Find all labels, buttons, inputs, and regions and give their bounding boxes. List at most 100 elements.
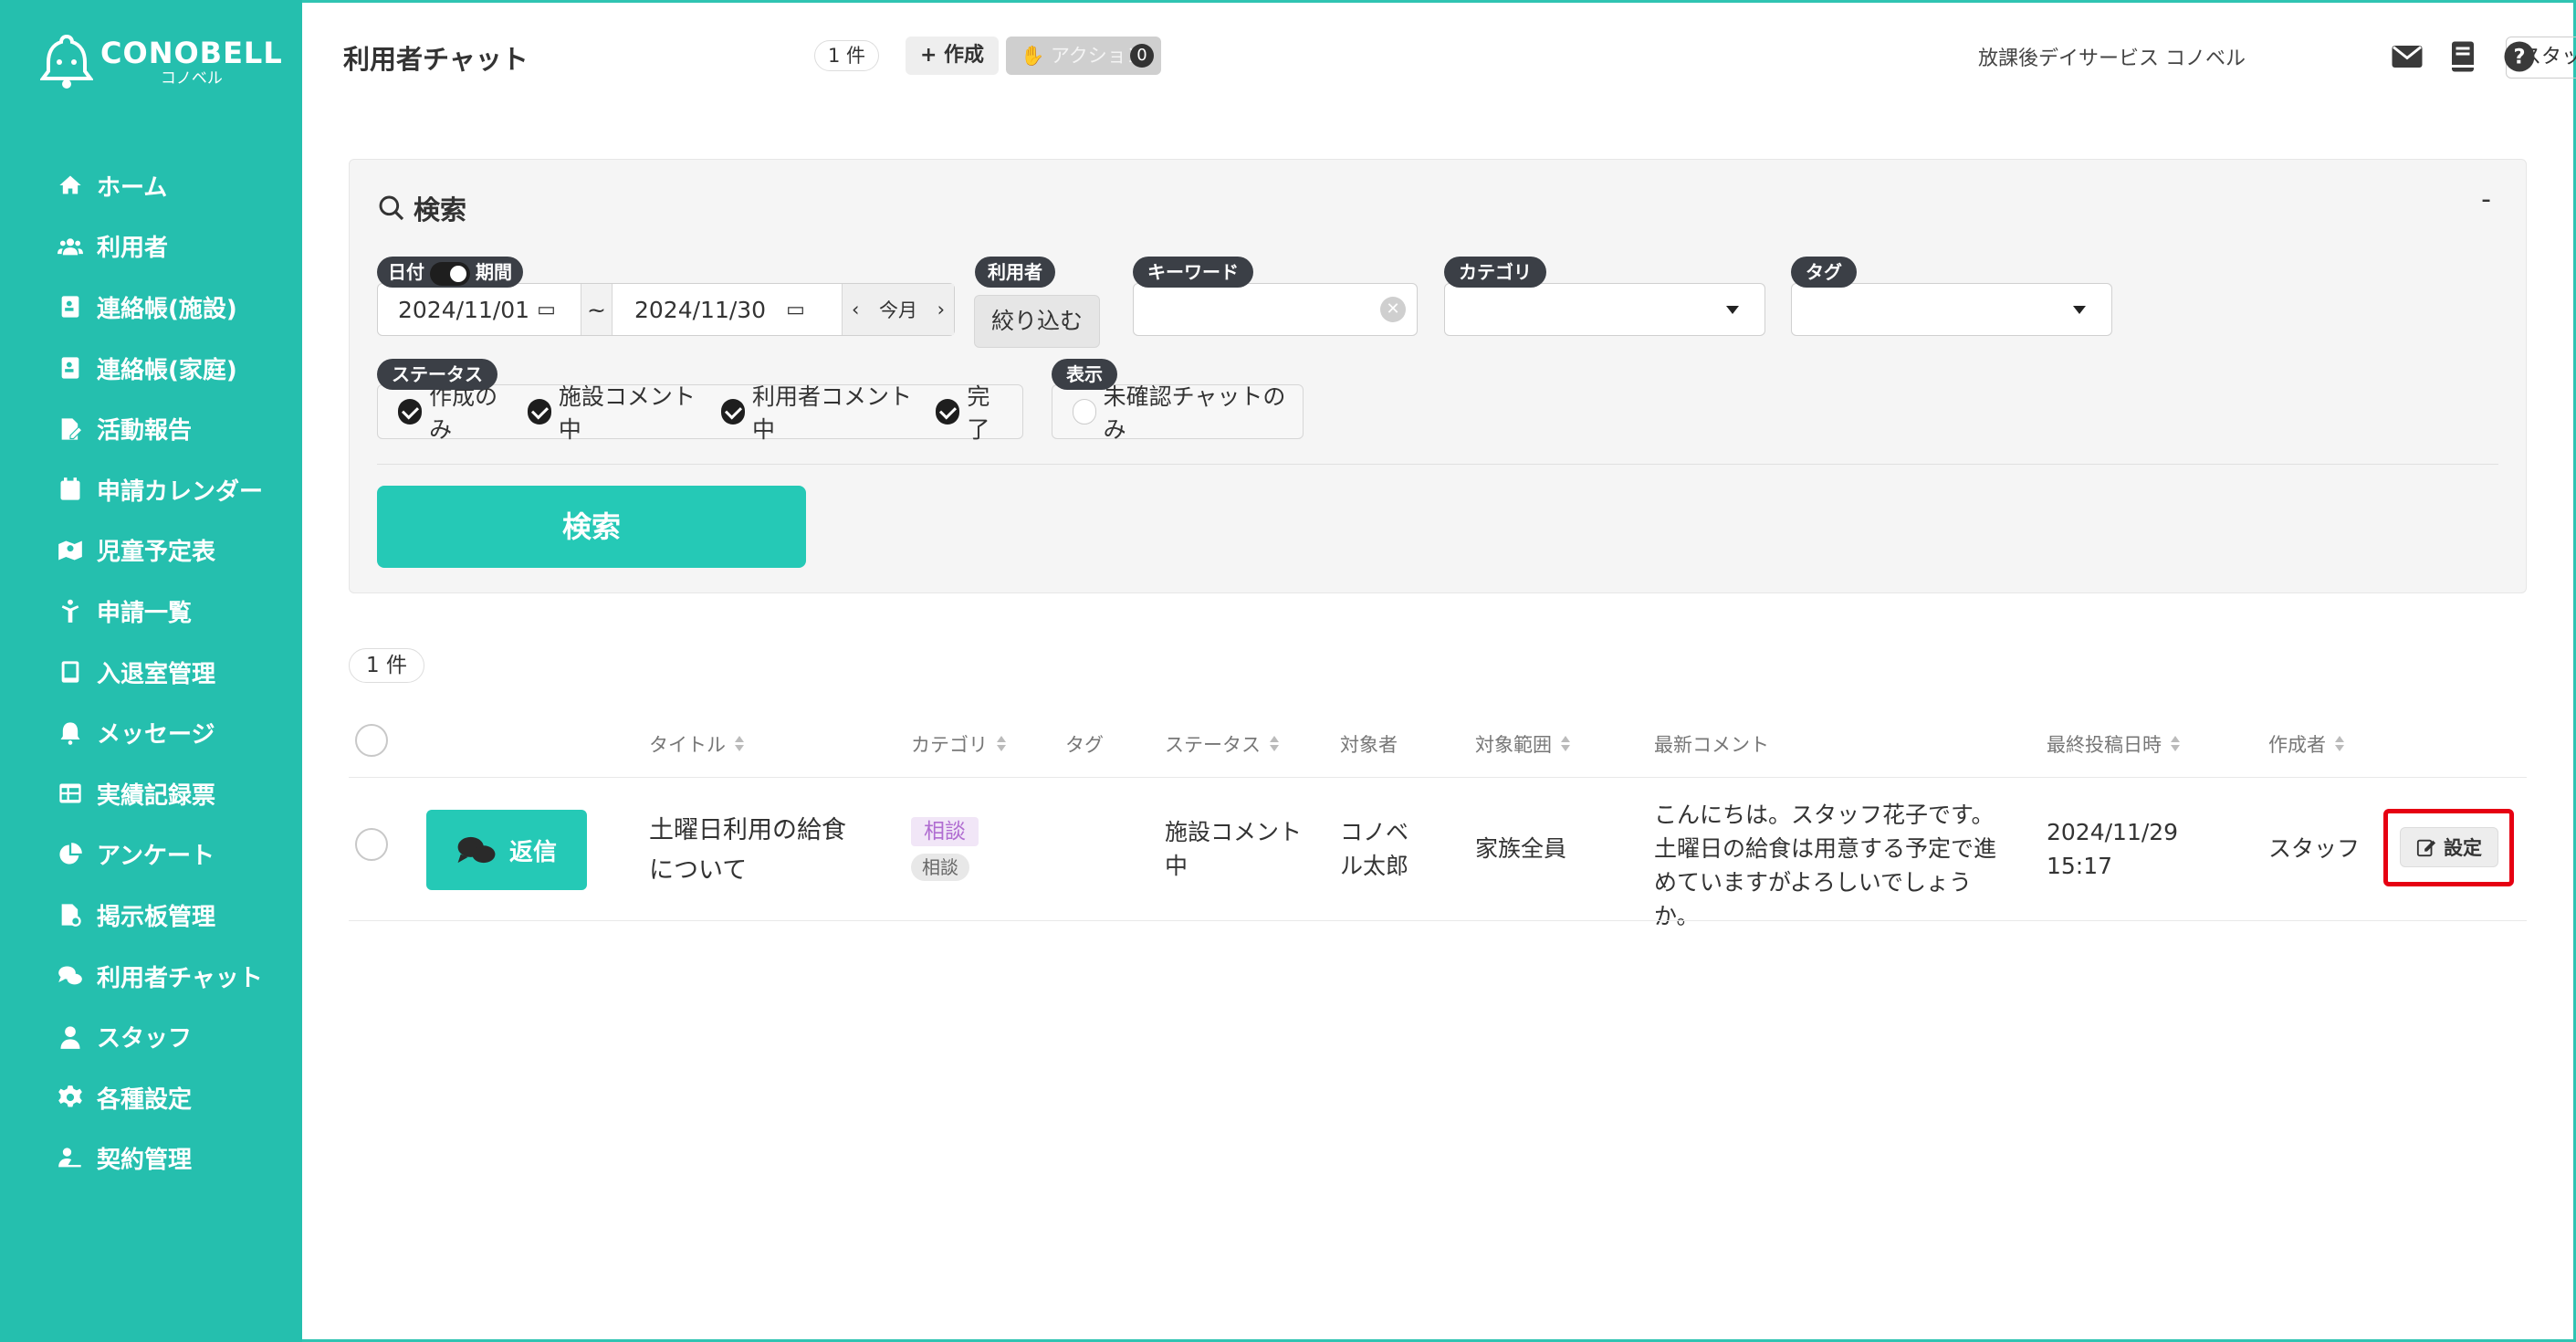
contact-book-icon bbox=[57, 293, 84, 320]
sidebar-item-label: ホーム bbox=[97, 173, 168, 202]
page-title: 利用者チャット bbox=[343, 44, 529, 75]
help-icon[interactable]: ? bbox=[2503, 40, 2536, 73]
action-button[interactable]: ✋ アクション 0 bbox=[1006, 37, 1161, 75]
search-title-text: 検索 bbox=[414, 194, 467, 225]
pie-chart-icon bbox=[57, 841, 84, 868]
caret-down-icon bbox=[1726, 306, 1739, 314]
sidebar-item-contact-facility[interactable]: 連絡帳(施設) bbox=[0, 277, 302, 338]
sidebar-item-label: 実績記録票 bbox=[97, 781, 216, 810]
sidebar-item-contract[interactable]: 契約管理 bbox=[0, 1128, 302, 1190]
row-time: 15:17 bbox=[2047, 853, 2113, 879]
column-header-last-posted[interactable]: 最終投稿日時 bbox=[2047, 730, 2180, 758]
header: 利用者チャット 1 件 + 作成 ✋ アクション 0 放課後デイサービス コノベ… bbox=[302, 0, 2576, 110]
unchecked-icon bbox=[1073, 399, 1096, 425]
column-header-title[interactable]: タイトル bbox=[649, 730, 744, 758]
sidebar-item-label: 契約管理 bbox=[97, 1147, 193, 1175]
sidebar-item-request-list[interactable]: 申請一覧 bbox=[0, 581, 302, 642]
gear-icon bbox=[57, 1084, 84, 1111]
sidebar-item-bulletin-board[interactable]: 掲示板管理 bbox=[0, 885, 302, 946]
users-icon bbox=[57, 233, 84, 260]
row-title[interactable]: 土曜日利用の給食について bbox=[649, 811, 868, 891]
date-range-group: 2024/11/01 ▭ ~ 2024/11/30 ▭ ‹ 今月 › bbox=[377, 283, 955, 336]
sidebar-item-entry-exit[interactable]: 入退室管理 bbox=[0, 642, 302, 703]
sidebar-item-label: 入退室管理 bbox=[97, 660, 216, 688]
row-last-posted-date: 2024/11/29 15:17 bbox=[2047, 815, 2178, 883]
staff-icon bbox=[57, 1023, 84, 1051]
sidebar-item-contact-home[interactable]: 連絡帳(家庭) bbox=[0, 338, 302, 399]
column-header-author[interactable]: 作成者 bbox=[2268, 730, 2344, 758]
column-header-scope[interactable]: 対象範囲 bbox=[1475, 730, 1570, 758]
create-button[interactable]: + 作成 bbox=[906, 37, 999, 75]
clear-icon[interactable]: ✕ bbox=[1380, 297, 1406, 322]
settings-label: 設定 bbox=[2444, 837, 2482, 859]
brand-logo[interactable]: CONOBELL コノベル bbox=[39, 33, 283, 91]
sort-icon bbox=[997, 736, 1006, 752]
search-submit-button[interactable]: 検索 bbox=[377, 486, 806, 568]
svg-text:?: ? bbox=[2513, 46, 2525, 69]
sort-icon bbox=[1561, 736, 1570, 752]
status-filter-group: 作成のみ 施設コメント中 利用者コメント中 完了 bbox=[377, 383, 1023, 443]
sidebar-item-message[interactable]: メッセージ bbox=[0, 702, 302, 763]
date-mode-label[interactable]: 日付 期間 bbox=[377, 257, 523, 288]
display-option-label: 未確認チャットのみ bbox=[1103, 383, 1286, 443]
display-label: 表示 bbox=[1052, 359, 1117, 390]
bell-logo-icon bbox=[39, 33, 94, 91]
facility-name: 放課後デイサービス コノベル bbox=[1978, 47, 2246, 70]
contract-icon bbox=[57, 1145, 84, 1172]
sidebar-item-request-calendar[interactable]: 申請カレンダー bbox=[0, 459, 302, 520]
row-status: 施設コメント中 bbox=[1165, 819, 1303, 879]
select-all-checkbox[interactable] bbox=[355, 724, 388, 757]
column-header-status[interactable]: ステータス bbox=[1165, 730, 1279, 758]
date-label-a: 日付 bbox=[388, 261, 424, 283]
status-option-label: 完了 bbox=[967, 383, 990, 443]
sidebar-item-child-schedule[interactable]: 児童予定表 bbox=[0, 520, 302, 582]
sidebar-item-label: 連絡帳(家庭) bbox=[97, 356, 237, 384]
reply-label: 返信 bbox=[508, 838, 557, 866]
mail-icon[interactable] bbox=[2391, 40, 2424, 73]
date-from-input[interactable]: 2024/11/01 ▭ bbox=[378, 284, 581, 335]
this-month-button[interactable]: 今月 bbox=[879, 296, 917, 323]
sidebar-item-label: 児童予定表 bbox=[97, 539, 216, 567]
sidebar-item-label: 連絡帳(施設) bbox=[97, 295, 237, 323]
sidebar-item-performance-record[interactable]: 実績記録票 bbox=[0, 763, 302, 824]
board-icon bbox=[57, 901, 84, 928]
brand-sub: コノベル bbox=[160, 68, 223, 88]
sidebar-item-staff[interactable]: スタッフ bbox=[0, 1006, 302, 1067]
row-scope: 家族全員 bbox=[1475, 835, 1567, 862]
column-header-label: 対象者 bbox=[1340, 734, 1398, 756]
sidebar-item-settings[interactable]: 各種設定 bbox=[0, 1067, 302, 1128]
manual-book-icon[interactable] bbox=[2446, 40, 2479, 73]
status-checkbox-completed[interactable]: 完了 bbox=[936, 379, 1010, 445]
date-separator: ~ bbox=[581, 284, 613, 335]
status-checkbox-facility-comment[interactable]: 施設コメント中 bbox=[527, 379, 708, 445]
tag-select[interactable] bbox=[1791, 283, 2112, 336]
row-checkbox[interactable] bbox=[355, 828, 388, 861]
caret-down-icon bbox=[2073, 306, 2086, 314]
date-from-value: 2024/11/01 bbox=[398, 296, 530, 323]
status-checkbox-user-comment[interactable]: 利用者コメント中 bbox=[720, 379, 924, 445]
narrow-users-button[interactable]: 絞り込む bbox=[974, 295, 1100, 348]
prev-month-icon[interactable]: ‹ bbox=[852, 299, 859, 320]
reply-button[interactable]: 返信 bbox=[426, 810, 587, 890]
check-icon bbox=[720, 399, 745, 425]
collapse-button[interactable]: - bbox=[2481, 183, 2491, 215]
category-select[interactable] bbox=[1444, 283, 1765, 336]
keyword-input[interactable]: ✕ bbox=[1133, 283, 1418, 336]
column-header-label: タイトル bbox=[649, 734, 726, 756]
column-header-category[interactable]: カテゴリ bbox=[911, 730, 1006, 758]
sidebar-item-user-chat[interactable]: 利用者チャット bbox=[0, 946, 302, 1007]
next-month-icon[interactable]: › bbox=[937, 299, 945, 320]
sidebar-item-activity-report[interactable]: 活動報告 bbox=[0, 398, 302, 459]
sidebar-item-users[interactable]: 利用者 bbox=[0, 216, 302, 278]
sidebar-item-label: 申請カレンダー bbox=[97, 477, 264, 506]
chat-icon bbox=[57, 962, 84, 990]
date-to-value: 2024/11/30 bbox=[634, 296, 767, 323]
sidebar-item-survey[interactable]: アンケート bbox=[0, 824, 302, 886]
settings-button[interactable]: 設定 bbox=[2400, 827, 2498, 867]
date-to-input[interactable]: 2024/11/30 ▭ bbox=[613, 284, 843, 335]
table-header-divider bbox=[349, 777, 2527, 778]
row-latest-comment: こんにちは。スタッフ花子です。土曜日の給食は用意する予定で進めていますがよろしい… bbox=[1654, 802, 1997, 929]
date-mode-toggle[interactable] bbox=[430, 261, 470, 286]
sidebar-item-home[interactable]: ホーム bbox=[0, 155, 302, 216]
sidebar: CONOBELL コノベル ホーム 利用者 連絡帳(施設) 連絡帳(家庭) 活動… bbox=[0, 0, 302, 1342]
